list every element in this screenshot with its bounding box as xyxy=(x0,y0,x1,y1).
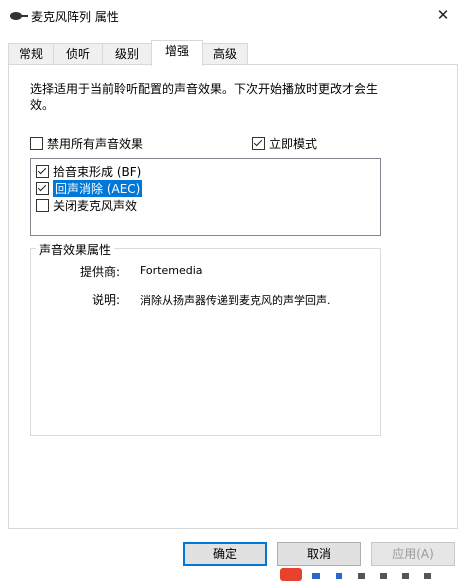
tab-advanced[interactable]: 高级 xyxy=(202,43,248,65)
effect-checkbox[interactable] xyxy=(36,181,49,195)
title-bar: 麦克风阵列 属性 ✕ xyxy=(0,0,465,32)
window-title: 麦克风阵列 属性 xyxy=(31,10,119,24)
tray-icons xyxy=(280,568,431,581)
immediate-mode-label: 立即模式 xyxy=(269,136,318,151)
provider-value: Fortemedia xyxy=(140,264,203,277)
cancel-button[interactable]: 取消 xyxy=(277,542,361,566)
disable-all-label: 禁用所有声音效果 xyxy=(47,136,144,151)
tab-general[interactable]: 常规 xyxy=(8,43,54,65)
microphone-icon xyxy=(10,12,28,20)
description-text: 选择适用于当前聆听配置的声音效果。下次开始播放时更改才会生效。 xyxy=(30,82,379,112)
tab-listen[interactable]: 侦听 xyxy=(53,43,103,65)
tray-strip xyxy=(276,566,465,581)
effect-checkbox[interactable] xyxy=(36,198,49,212)
group-title: 声音效果属性 xyxy=(36,241,115,258)
effect-label: 回声消除 (AEC) xyxy=(53,179,143,197)
effect-label: 拾音束形成 (BF) xyxy=(53,164,142,179)
tab-label: 高级 xyxy=(212,47,237,61)
tab-label: 侦听 xyxy=(65,47,90,61)
tab-label: 增强 xyxy=(164,44,189,58)
immediate-mode-checkbox-row[interactable]: 立即模式 xyxy=(252,135,317,151)
provider-label: 提供商: xyxy=(80,265,121,279)
tab-label: 常规 xyxy=(18,47,43,61)
effect-label: 关闭麦克风声效 xyxy=(53,198,138,213)
tab-enhancements[interactable]: 增强 xyxy=(151,40,203,66)
disable-all-checkbox-row[interactable]: 禁用所有声音效果 xyxy=(30,135,143,151)
close-icon: ✕ xyxy=(436,6,450,24)
list-item-beamforming[interactable]: 拾音束形成 (BF) xyxy=(36,163,141,179)
apply-button[interactable]: 应用(A) xyxy=(371,542,455,566)
tab-label: 级别 xyxy=(114,47,139,61)
tab-levels[interactable]: 级别 xyxy=(102,43,152,65)
effect-description-value: 消除从扬声器传递到麦克风的声学回声. xyxy=(140,294,331,307)
immediate-mode-checkbox[interactable] xyxy=(252,136,265,150)
close-button[interactable]: ✕ xyxy=(430,4,456,26)
disable-all-checkbox[interactable] xyxy=(30,136,43,150)
effect-description-label: 说明: xyxy=(92,293,121,307)
list-item-echo-cancellation[interactable]: 回声消除 (AEC) xyxy=(36,179,143,197)
effects-list[interactable]: 拾音束形成 (BF) 回声消除 (AEC) 关闭麦克风声效 xyxy=(30,158,381,236)
list-item-disable-mic-effects[interactable]: 关闭麦克风声效 xyxy=(36,197,137,213)
effect-checkbox[interactable] xyxy=(36,164,49,178)
ok-button[interactable]: 确定 xyxy=(183,542,267,566)
